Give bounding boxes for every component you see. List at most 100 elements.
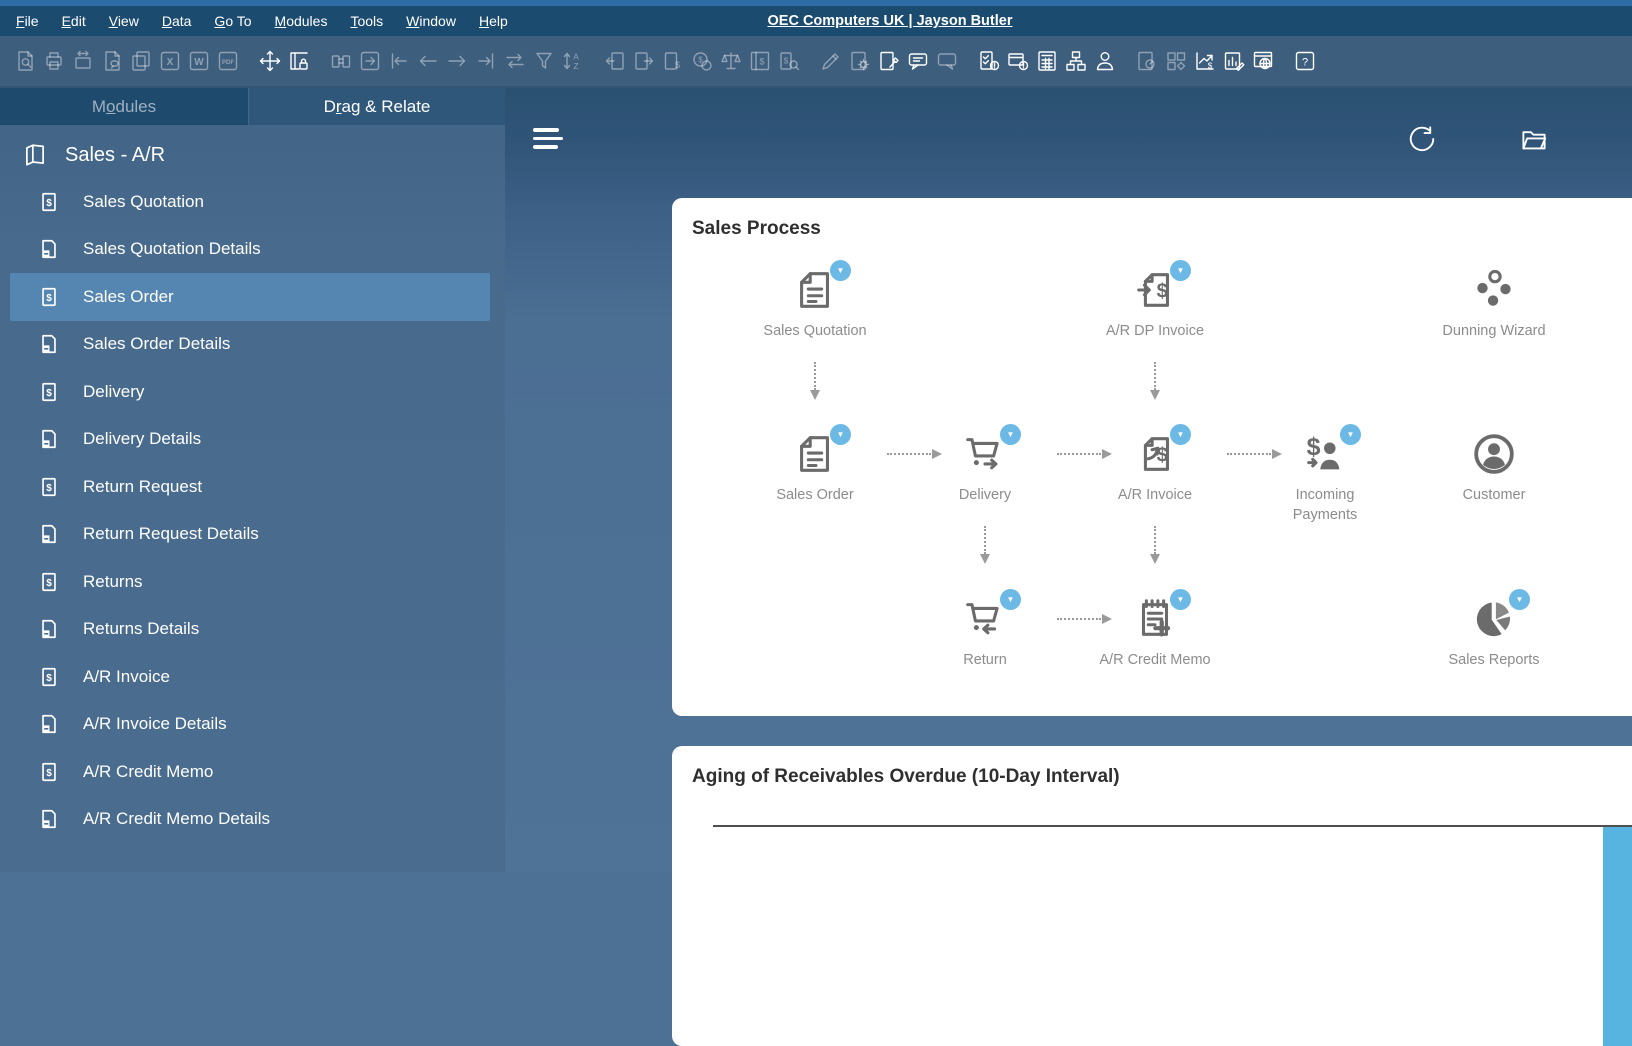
menu-tools[interactable]: Tools [350,13,383,29]
refresh-icon[interactable] [1407,124,1439,156]
flow-node-label: A/R Credit Memo [1099,652,1211,668]
report-designer-icon[interactable] [1219,45,1248,77]
node-dropdown-badge[interactable]: ▼ [1340,424,1361,445]
messages-icon[interactable] [903,45,932,77]
target-document-icon[interactable] [629,45,658,77]
node-dropdown-badge[interactable]: ▼ [1170,260,1191,281]
node-dropdown-badge[interactable]: ▼ [1170,589,1191,610]
print-preview-icon[interactable] [68,45,97,77]
menu-icon[interactable] [533,128,565,154]
menu-data[interactable]: Data [162,13,192,29]
sidebar-item-sales-quotation[interactable]: $ Sales Quotation [10,178,490,226]
open-window-icon[interactable] [355,45,384,77]
menu-view[interactable]: View [109,13,139,29]
node-dropdown-badge[interactable]: ▼ [1509,589,1530,610]
edit-icon[interactable] [816,45,845,77]
menu-window[interactable]: Window [406,13,456,29]
sidebar-item-sales-order-details[interactable]: Sales Order Details [10,321,490,369]
sidebar-item-a-r-invoice-details[interactable]: A/R Invoice Details [10,701,490,749]
web-client-icon[interactable] [1248,45,1277,77]
calculator-icon[interactable] [1032,45,1061,77]
copy-icon[interactable] [126,45,155,77]
sidebar-item-returns-details[interactable]: Returns Details [10,606,490,654]
document-icon: ▼ [792,260,851,313]
payment-wizard-icon[interactable]: $ [687,45,716,77]
next-record-icon[interactable] [442,45,471,77]
sidebar-panel: Mo dules Dr ag & Relate Sales - A/R $ Sales… [0,88,506,872]
sidebar-item-return-request-details[interactable]: Return Request Details [10,511,490,559]
open-folder-icon[interactable] [1519,124,1551,156]
flow-node-a-r-dp-invoice[interactable]: $ ▼ A/R DP Invoice [1085,260,1225,342]
flow-node-return[interactable]: ▼ Return [915,589,1055,671]
gross-profit-icon[interactable] [716,45,745,77]
sort-icon[interactable]: AZ [558,45,587,77]
export-excel-icon[interactable]: X [155,45,184,77]
menu-modules[interactable]: Modules [275,13,328,29]
company-user-title[interactable]: OEC Computers UK | Jayson Butler [768,6,1013,36]
export-pdf-icon[interactable]: PDF [213,45,242,77]
flow-node-sales-reports[interactable]: ▼ Sales Reports [1424,589,1564,671]
base-document-icon[interactable] [600,45,629,77]
tab-modules[interactable]: Mo dules [0,88,248,125]
sidebar-item-a-r-invoice[interactable]: $ A/R Invoice [10,653,490,701]
last-record-icon[interactable] [471,45,500,77]
node-dropdown-badge[interactable]: ▼ [1000,589,1021,610]
flow-node-sales-order[interactable]: ▼ Sales Order [745,424,885,506]
dollar-doc-icon: $ [38,666,60,688]
menu-edit[interactable]: Edit [62,13,86,29]
node-dropdown-badge[interactable]: ▼ [830,424,851,445]
sidebar-item-a-r-credit-memo[interactable]: $ A/R Credit Memo [10,748,490,796]
help-icon[interactable]: ? [1290,45,1319,77]
sidebar-item-sales-order[interactable]: $ Sales Order [10,273,490,321]
reply-icon[interactable] [932,45,961,77]
node-dropdown-badge[interactable]: ▼ [830,260,851,281]
document-printing-icon[interactable] [97,45,126,77]
dashboard-icon[interactable] [1132,45,1161,77]
find-document-icon[interactable] [10,45,39,77]
export-word-icon[interactable]: W [184,45,213,77]
menu-go-to[interactable]: Go To [214,13,251,29]
sidebar-item-delivery-details[interactable]: Delivery Details [10,416,490,464]
flow-node-incoming-payments[interactable]: $ ▼ Incoming Payments [1255,424,1395,525]
tab-label-part: ag & Relate [341,96,431,116]
flow-node-delivery[interactable]: ▼ Delivery [915,424,1055,506]
filter-icon[interactable] [529,45,558,77]
node-dropdown-badge[interactable]: ▼ [1170,424,1191,445]
flow-node-a-r-credit-memo[interactable]: ▼ A/R Credit Memo [1085,589,1225,671]
organization-chart-icon[interactable] [1061,45,1090,77]
refresh-record-icon[interactable] [500,45,529,77]
svg-text:$: $ [46,388,52,399]
menu-help[interactable]: Help [479,13,508,29]
menu-file[interactable]: File [16,13,39,29]
form-settings-icon[interactable] [845,45,874,77]
flow-node-label: Sales Order [776,487,854,503]
flow-arrow-down [810,362,820,400]
first-record-icon[interactable] [384,45,413,77]
lock-screen-icon[interactable] [284,45,313,77]
volume-weight-icon[interactable]: $ [745,45,774,77]
payment-means-icon[interactable]: $ [658,45,687,77]
my-profile-icon[interactable] [1090,45,1119,77]
transaction-journal-icon[interactable]: $ [774,45,803,77]
sidebar-item-a-r-credit-memo-details[interactable]: A/R Credit Memo Details [10,796,490,844]
sidebar-item-sales-quotation-details[interactable]: Sales Quotation Details [10,226,490,274]
sidebar-item-label: Sales Order Details [83,334,231,354]
print-icon[interactable] [39,45,68,77]
approval-status-icon[interactable] [1003,45,1032,77]
document-settings-icon[interactable] [874,45,903,77]
previous-record-icon[interactable] [413,45,442,77]
alerts-icon[interactable] [974,45,1003,77]
tab-drag-and-relate[interactable]: Dr ag & Relate [248,88,505,125]
find-icon[interactable] [326,45,355,77]
widgets-icon[interactable] [1161,45,1190,77]
move-icon[interactable] [255,45,284,77]
flow-node-a-r-invoice[interactable]: $ ▼ A/R Invoice [1085,424,1225,506]
flow-node-dunning-wizard[interactable]: Dunning Wizard [1424,267,1564,342]
node-dropdown-badge[interactable]: ▼ [1000,424,1021,445]
sidebar-item-delivery[interactable]: $ Delivery [10,368,490,416]
sidebar-item-returns[interactable]: $ Returns [10,558,490,606]
exchange-rate-icon[interactable]: $ [1190,45,1219,77]
flow-node-sales-quotation[interactable]: ▼ Sales Quotation [745,260,885,342]
sidebar-item-return-request[interactable]: $ Return Request [10,463,490,511]
flow-node-customer[interactable]: Customer [1424,431,1564,506]
